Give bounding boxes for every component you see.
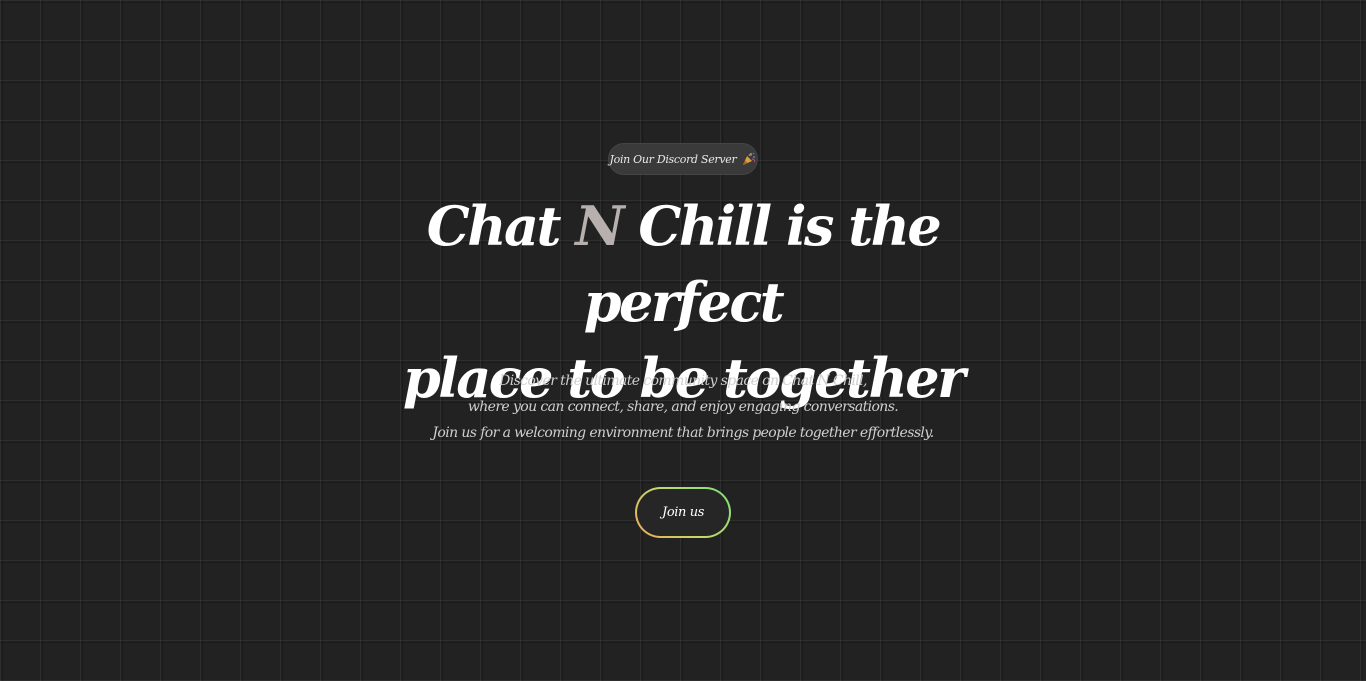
join-us-button-inner: Join us [637,489,729,536]
description-line-1: Discover the ultimate community space on… [499,373,867,389]
description-line-3: Join us for a welcoming environment that… [432,425,934,441]
hero-section: Join Our Discord Server Chat N Chill is … [0,0,1366,681]
join-us-button[interactable]: Join us [635,487,731,538]
headline-part-2: Chill is the perfect [583,194,942,334]
headline-accent-letter: N [575,194,624,258]
headline-part-1: Chat [426,194,576,258]
discord-server-badge[interactable]: Join Our Discord Server [608,143,758,175]
discord-badge-label: Join Our Discord Server [609,152,737,166]
hero-description: Discover the ultimate community space on… [383,368,983,446]
join-us-label: Join us [662,505,704,520]
description-line-2: where you can connect, share, and enjoy … [467,399,899,415]
party-popper-icon [743,152,756,165]
